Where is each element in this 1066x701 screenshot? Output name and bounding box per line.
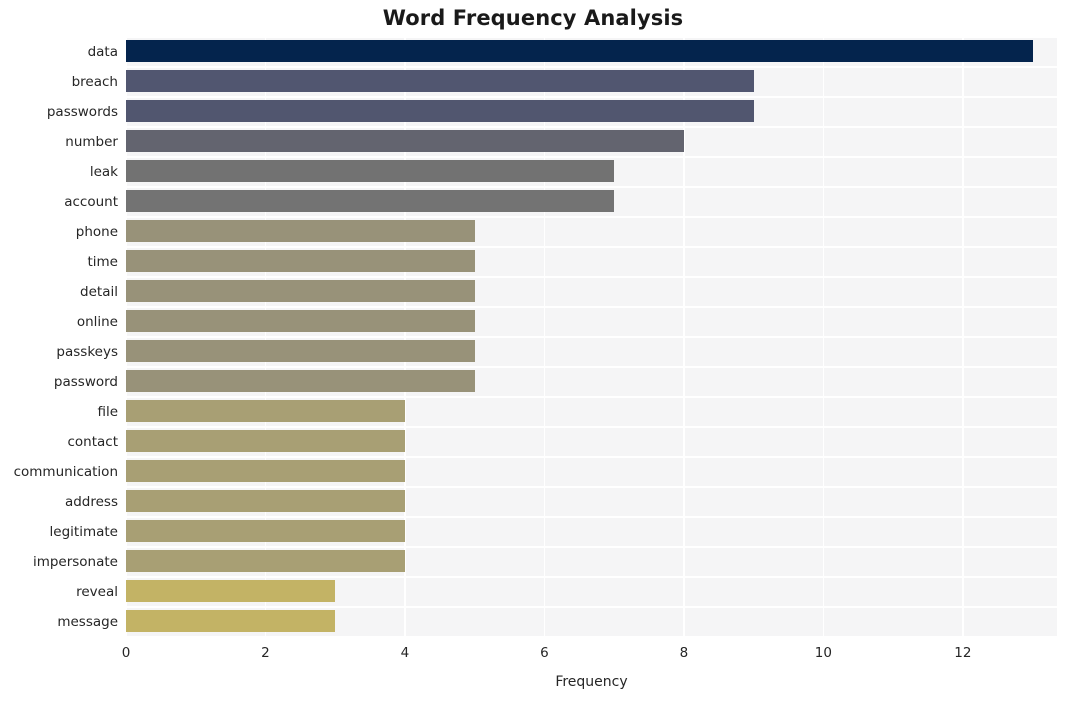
bar-row[interactable] xyxy=(126,457,1057,487)
x-axis-tick-label: 10 xyxy=(814,645,832,661)
bar-row[interactable] xyxy=(126,577,1057,607)
bar[interactable] xyxy=(126,400,405,423)
y-axis-tick-label: data xyxy=(87,44,118,60)
x-axis-tick-label: 4 xyxy=(400,645,410,661)
bar-row[interactable] xyxy=(126,277,1057,307)
y-axis-tick-label: leak xyxy=(89,164,118,180)
y-axis-tick-label: impersonate xyxy=(32,554,118,570)
bar-row[interactable] xyxy=(126,547,1057,577)
y-axis-tick-label: address xyxy=(64,494,118,510)
bar-row[interactable] xyxy=(126,517,1057,547)
word-frequency-chart-figure: Word Frequency Analysis data breach passwo… xyxy=(0,0,1066,701)
bar-row[interactable] xyxy=(126,397,1057,427)
y-axis-tick-label: phone xyxy=(75,224,118,240)
bar-row[interactable] xyxy=(126,487,1057,517)
y-axis-tick-label: time xyxy=(87,254,118,270)
bar[interactable] xyxy=(126,130,684,153)
bar[interactable] xyxy=(126,310,475,333)
y-axis-tick-label: message xyxy=(57,614,118,630)
y-axis-tick-label: file xyxy=(97,404,118,420)
bar[interactable] xyxy=(126,550,405,573)
y-axis-tick-label: account xyxy=(64,194,118,210)
y-axis-tick-label: contact xyxy=(67,434,118,450)
bar-row[interactable] xyxy=(126,337,1057,367)
bar-row[interactable] xyxy=(126,307,1057,337)
bar[interactable] xyxy=(126,100,754,123)
bar[interactable] xyxy=(126,460,405,483)
x-axis-tick-label: 8 xyxy=(679,645,689,661)
y-axis-tick-label: passkeys xyxy=(56,344,118,360)
bar-row[interactable] xyxy=(126,217,1057,247)
x-axis-tick-label: 0 xyxy=(121,645,131,661)
y-axis-tick-label: number xyxy=(65,134,118,150)
plot-area xyxy=(126,37,1057,637)
y-axis-tick-label: reveal xyxy=(76,584,118,600)
y-axis-tick-label: communication xyxy=(13,464,118,480)
bar[interactable] xyxy=(126,70,754,93)
y-axis-tick-label: online xyxy=(76,314,118,330)
bar-row[interactable] xyxy=(126,427,1057,457)
bar[interactable] xyxy=(126,280,475,303)
bar[interactable] xyxy=(126,160,615,183)
y-axis-tick-label: detail xyxy=(80,284,118,300)
x-axis-title: Frequency xyxy=(555,674,628,690)
bar-row[interactable] xyxy=(126,97,1057,127)
bar-row[interactable] xyxy=(126,67,1057,97)
bar[interactable] xyxy=(126,370,475,393)
bar[interactable] xyxy=(126,250,475,273)
x-axis-tick-label: 2 xyxy=(261,645,270,661)
bar-row[interactable] xyxy=(126,37,1057,67)
bar[interactable] xyxy=(126,190,615,213)
bar[interactable] xyxy=(126,340,475,363)
y-axis-tick-labels: data breach passwords number leak account phon… xyxy=(0,37,118,637)
bar[interactable] xyxy=(126,490,405,513)
x-axis-tick-label: 12 xyxy=(954,645,972,661)
bar[interactable] xyxy=(126,430,405,453)
y-axis-tick-label: legitimate xyxy=(49,524,118,540)
bar-row[interactable] xyxy=(126,607,1057,637)
bar-row[interactable] xyxy=(126,247,1057,277)
bar-row[interactable] xyxy=(126,187,1057,217)
bar[interactable] xyxy=(126,610,336,633)
y-axis-tick-label: password xyxy=(53,374,118,390)
bar-row[interactable] xyxy=(126,367,1057,397)
y-axis-tick-label: breach xyxy=(71,74,118,90)
bar[interactable] xyxy=(126,520,405,543)
bar[interactable] xyxy=(126,580,336,603)
bar-row[interactable] xyxy=(126,157,1057,187)
x-axis-tick-label: 6 xyxy=(540,645,549,661)
bar[interactable] xyxy=(126,40,1033,63)
bar-row[interactable] xyxy=(126,127,1057,157)
x-axis-tick-labels: 0 2 4 6 8 10 12 xyxy=(122,645,1057,667)
y-axis-tick-label: passwords xyxy=(46,104,118,120)
chart-title: Word Frequency Analysis xyxy=(382,6,684,30)
bar[interactable] xyxy=(126,220,475,243)
